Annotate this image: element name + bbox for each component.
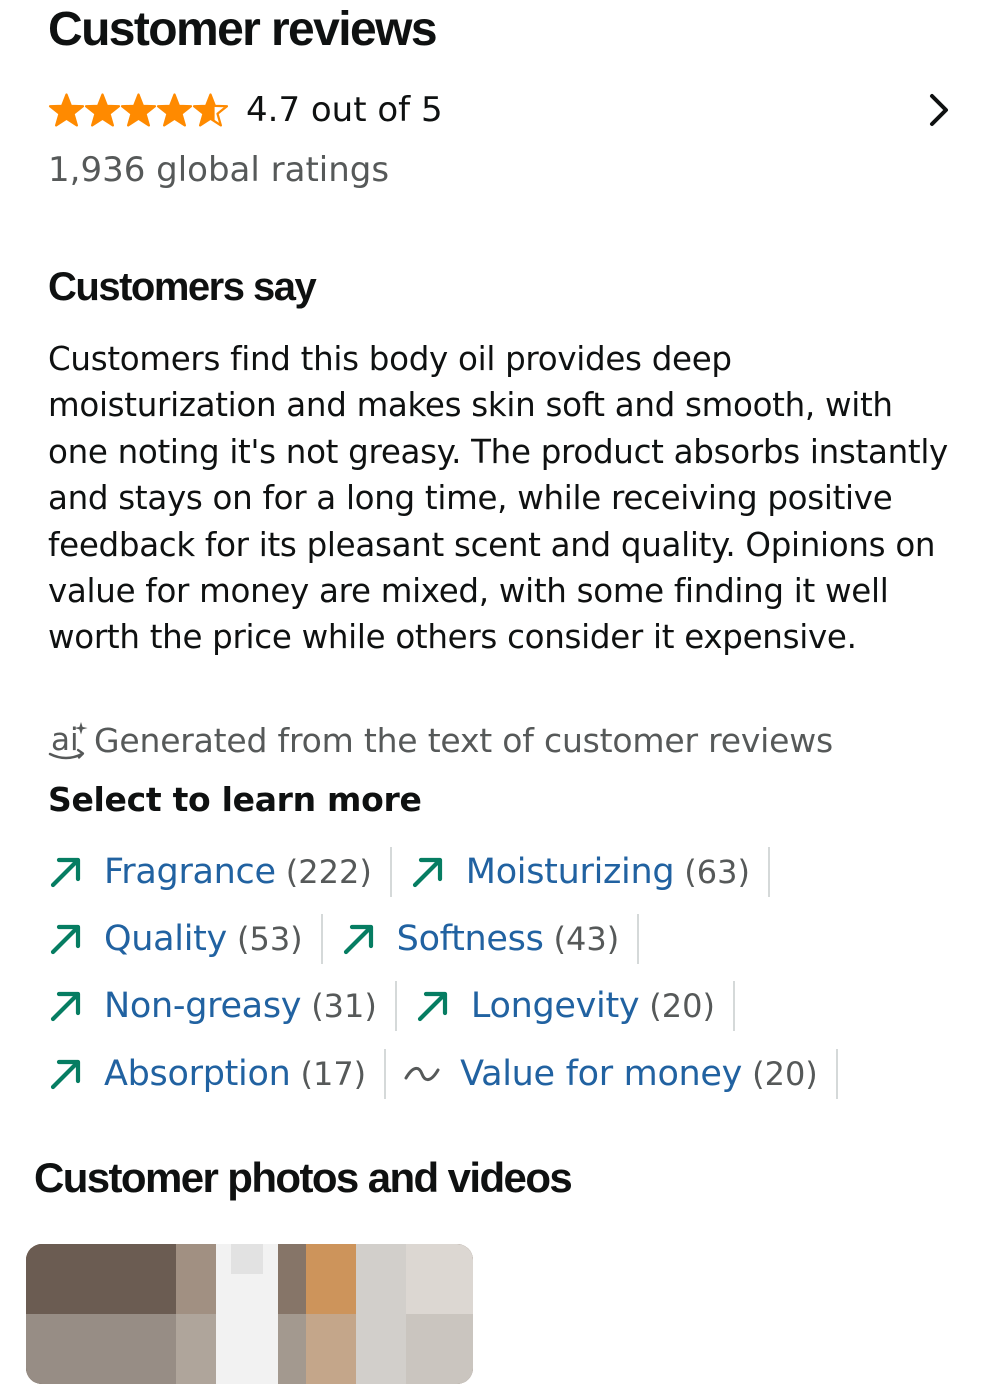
aspect-chips: Fragrance (222) Moisturizing (63) Quality (53… bbox=[48, 838, 978, 1107]
aspect-label: Quality bbox=[104, 918, 227, 959]
aspect-chip[interactable]: Non-greasy (31) bbox=[48, 981, 397, 1032]
aspect-count: (20) bbox=[752, 1054, 818, 1093]
trend-up-arrow-icon bbox=[412, 857, 442, 887]
aspect-chip[interactable]: Value for money (20) bbox=[404, 1048, 838, 1099]
customer-photos-heading: Customer photos and videos bbox=[34, 1154, 573, 1201]
review-summary-text: Customers find this body oil provides de… bbox=[48, 340, 948, 657]
aspect-label: Softness bbox=[396, 918, 544, 959]
rating-text: 4.7 out of 5 bbox=[246, 90, 443, 130]
trend-up-arrow-icon bbox=[343, 924, 373, 955]
page-title: Customer reviews bbox=[48, 3, 438, 56]
aspect-chip[interactable]: Longevity (20) bbox=[415, 981, 735, 1032]
aspect-count: (31) bbox=[311, 987, 377, 1026]
aspect-chip-row: Absorption (17) Value for money (20) bbox=[48, 1040, 978, 1107]
trend-up-arrow-icon bbox=[50, 924, 81, 955]
aspect-count: (63) bbox=[684, 852, 750, 891]
aspect-label: Non-greasy bbox=[104, 986, 302, 1027]
photo-image bbox=[26, 1244, 473, 1384]
aspect-chip[interactable]: Softness (43) bbox=[341, 913, 640, 964]
rating-summary-link[interactable]: 4.7 out of 5 bbox=[48, 84, 958, 136]
ai-icon: ai bbox=[48, 722, 88, 760]
aspect-label: Moisturizing bbox=[465, 851, 675, 892]
star-icon bbox=[120, 93, 157, 127]
trend-up-arrow-icon bbox=[50, 992, 81, 1022]
aspect-count: (222) bbox=[285, 852, 372, 891]
global-ratings-count: 1,936 global ratings bbox=[48, 150, 390, 190]
aspect-chip[interactable]: Moisturizing (63) bbox=[410, 846, 770, 897]
aspect-count: (53) bbox=[236, 919, 303, 958]
aspect-chip-row: Quality (53) Softness (43) bbox=[48, 905, 978, 972]
customers-say-heading: Customers say bbox=[48, 265, 317, 309]
ai-note-text: Generated from the text of customer revi… bbox=[94, 720, 834, 760]
ai-generated-note: ai Generated from the text of customer r… bbox=[48, 716, 833, 764]
star-icon bbox=[48, 93, 85, 127]
aspect-chip[interactable]: Absorption (17) bbox=[48, 1048, 387, 1099]
star-icon bbox=[192, 93, 229, 127]
aspect-chip[interactable]: Fragrance (222) bbox=[48, 846, 392, 897]
customer-photo-thumbnail[interactable] bbox=[26, 1244, 473, 1384]
chevron-right-icon[interactable] bbox=[924, 90, 954, 130]
star-rating bbox=[48, 92, 229, 128]
aspect-count: (17) bbox=[300, 1054, 367, 1093]
aspect-chip-row: Non-greasy (31) Longevity (20) bbox=[48, 973, 978, 1040]
aspect-count: (43) bbox=[553, 919, 620, 958]
trend-up-arrow-icon bbox=[50, 1059, 81, 1089]
select-to-learn-heading: Select to learn more bbox=[48, 780, 422, 819]
aspect-label: Fragrance bbox=[104, 851, 276, 892]
aspect-chip-row: Fragrance (222) Moisturizing (63) bbox=[48, 838, 978, 905]
aspect-label: Value for money bbox=[460, 1053, 743, 1094]
aspect-chip[interactable]: Quality (53) bbox=[48, 913, 323, 964]
svg-text:ai: ai bbox=[51, 722, 79, 758]
trend-up-arrow-icon bbox=[50, 857, 81, 887]
trend-up-arrow-icon bbox=[417, 992, 447, 1022]
aspect-label: Absorption bbox=[104, 1053, 291, 1094]
aspect-count: (20) bbox=[649, 987, 715, 1026]
star-icon bbox=[84, 93, 121, 127]
star-icon bbox=[156, 93, 193, 127]
mixed-trend-icon bbox=[404, 1066, 440, 1081]
aspect-label: Longevity bbox=[470, 986, 640, 1027]
